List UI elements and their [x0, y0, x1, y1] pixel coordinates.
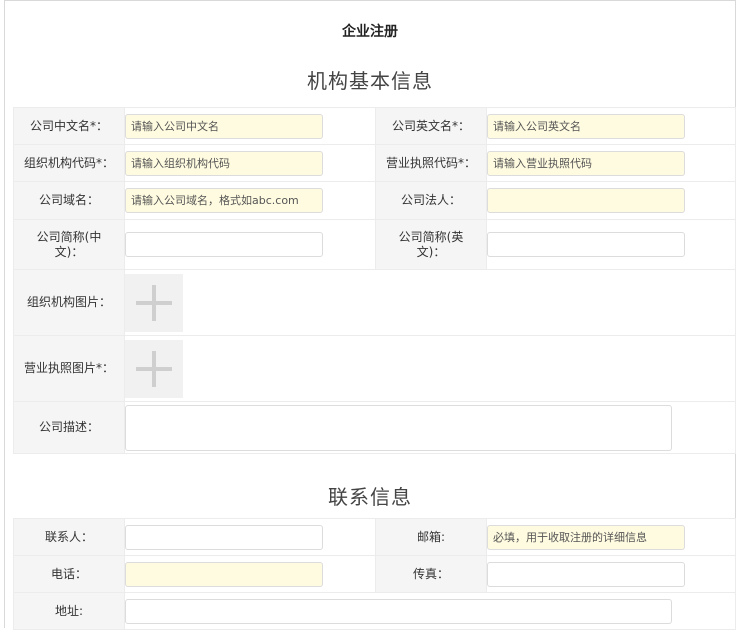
org-image-label: 组织机构图片： [13, 269, 125, 336]
contact-person-label: 联系人： [13, 518, 125, 556]
phone-label: 电话： [13, 555, 125, 593]
address-label: 地址: [13, 592, 125, 630]
license-code-label: 营业执照代码*： [375, 144, 487, 182]
phone-input[interactable] [125, 561, 323, 587]
form-row: 联系人： 邮箱: [13, 518, 736, 556]
form-row: 公司简称(中文)： 公司简称(英文)： [13, 219, 736, 270]
license-code-input[interactable] [487, 150, 685, 176]
name-en-label: 公司英文名*： [375, 107, 487, 145]
name-cn-input[interactable] [125, 113, 323, 139]
legal-person-input[interactable] [487, 188, 685, 213]
short-en-label: 公司简称(英文)： [375, 219, 487, 270]
basic-info-table: 公司中文名*： 公司英文名*： 组织机构代码*： 营业执照代码*： 公司域名： … [13, 107, 736, 454]
domain-input[interactable] [125, 188, 323, 213]
short-cn-label: 公司简称(中文)： [13, 219, 125, 270]
short-en-input[interactable] [487, 232, 685, 257]
license-image-upload-button[interactable] [125, 339, 183, 398]
legal-person-label: 公司法人： [375, 181, 487, 220]
org-code-input[interactable] [125, 150, 323, 176]
contact-info-table: 联系人： 邮箱: 电话： 传真： 地址: [13, 518, 736, 630]
form-row: 公司域名： 公司法人： [13, 181, 736, 220]
form-row: 公司中文名*： 公司英文名*： [13, 107, 736, 145]
page-title: 企业注册 [342, 24, 398, 40]
description-textarea[interactable] [125, 404, 672, 451]
form-row: 营业执照图片*： [13, 335, 736, 402]
name-en-input[interactable] [487, 113, 685, 139]
license-image-label: 营业执照图片*： [13, 335, 125, 402]
form-row: 组织机构代码*： 营业执照代码*： [13, 144, 736, 182]
fax-label: 传真： [375, 555, 487, 593]
description-label: 公司描述： [13, 401, 125, 454]
section-title-basic: 机构基本信息 [307, 69, 433, 93]
name-cn-label: 公司中文名*： [13, 107, 125, 145]
email-input[interactable] [487, 524, 685, 550]
org-image-upload-button[interactable] [125, 273, 183, 332]
org-code-label: 组织机构代码*： [13, 144, 125, 182]
address-input[interactable] [125, 598, 672, 624]
short-cn-input[interactable] [125, 232, 323, 257]
email-label: 邮箱: [375, 518, 487, 556]
form-row: 组织机构图片： [13, 269, 736, 336]
domain-label: 公司域名： [13, 181, 125, 220]
section-title-contact: 联系信息 [328, 485, 412, 509]
form-row: 地址: [13, 592, 736, 630]
fax-input[interactable] [487, 561, 685, 587]
form-row: 电话： 传真： [13, 555, 736, 593]
registration-form-panel: 企业注册 机构基本信息 公司中文名*： 公司英文名*： 组织机构代码*： 营业执… [4, 0, 736, 630]
form-row: 公司描述： [13, 401, 736, 454]
contact-person-input[interactable] [125, 524, 323, 550]
